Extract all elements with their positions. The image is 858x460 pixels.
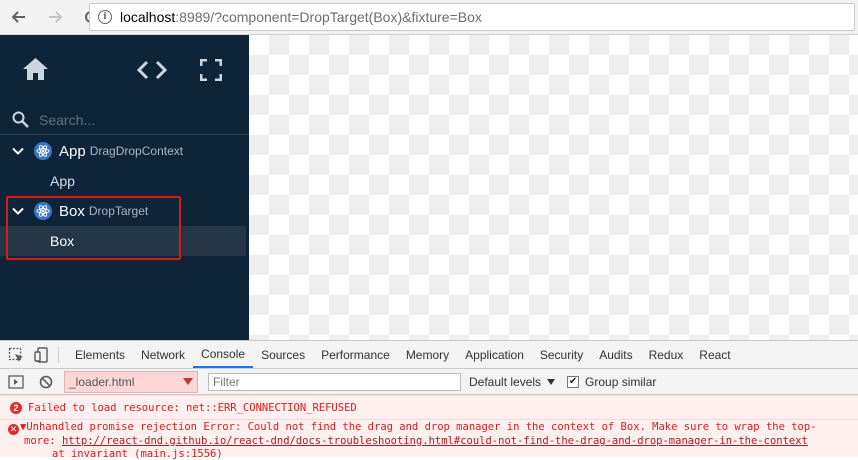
group-similar-checkbox[interactable]: ✔: [567, 375, 580, 388]
fixture-label: App: [50, 173, 75, 189]
sidebar-toggle-icon[interactable]: [8, 374, 24, 390]
home-icon[interactable]: [22, 57, 49, 81]
clear-console-icon[interactable]: [38, 374, 54, 390]
code-icon[interactable]: [137, 60, 167, 80]
console-error-row[interactable]: ✕ ▼Unhandled promise rejection Error: Co…: [0, 419, 858, 460]
group-name: App: [59, 142, 86, 160]
filter-input[interactable]: [208, 372, 461, 391]
browser-toolbar: i localhost:8989/?component=DropTarget(B…: [0, 0, 858, 35]
search-input[interactable]: [37, 110, 217, 129]
error-icon: ✕: [8, 424, 19, 435]
chevron-down-icon[interactable]: [12, 145, 24, 157]
fixture-item-app[interactable]: App: [0, 166, 246, 196]
tab-application[interactable]: Application: [457, 341, 532, 368]
devtools-tab-bar: Elements Network Console Sources Perform…: [0, 340, 858, 369]
tab-redux[interactable]: Redux: [641, 341, 692, 368]
highlight-box: [6, 196, 181, 260]
context-selector[interactable]: _loader.html: [64, 370, 198, 393]
device-toolbar-icon[interactable]: [34, 346, 50, 363]
caret-down-icon: [547, 378, 556, 385]
error-message: Failed to load resource: net::ERR_CONNEC…: [28, 402, 357, 414]
tab-security[interactable]: Security: [532, 341, 591, 368]
fullscreen-icon[interactable]: [200, 59, 222, 81]
address-bar[interactable]: i localhost:8989/?component=DropTarget(B…: [89, 3, 855, 31]
error-count-badge: 2: [10, 402, 22, 414]
component-preview[interactable]: [249, 35, 858, 340]
search-icon: [12, 111, 29, 128]
info-icon[interactable]: i: [98, 10, 112, 24]
tab-react[interactable]: React: [691, 341, 738, 368]
tab-performance[interactable]: Performance: [313, 341, 398, 368]
sidebar-search: [0, 105, 249, 135]
stack-trace[interactable]: at invariant (main.js:1556): [52, 448, 223, 460]
arrow-right-icon: [49, 11, 63, 23]
arrow-left-icon: [11, 11, 25, 23]
levels-label: Default levels: [469, 374, 542, 389]
error-prefix: more:: [24, 435, 62, 447]
group-subtitle: DragDropContext: [89, 144, 184, 158]
tab-sources[interactable]: Sources: [253, 341, 313, 368]
error-message: ▼Unhandled promise rejection Error: Coul…: [20, 421, 817, 433]
tab-memory[interactable]: Memory: [398, 341, 457, 368]
console-error-row[interactable]: 2 Failed to load resource: net::ERR_CONN…: [0, 395, 858, 419]
troubleshooting-link[interactable]: http://react-dnd.github.io/react-dnd/doc…: [62, 435, 808, 447]
divider: [58, 346, 59, 363]
console-output: 2 Failed to load resource: net::ERR_CONN…: [0, 395, 858, 460]
tab-audits[interactable]: Audits: [591, 341, 640, 368]
url-host: localhost: [120, 9, 176, 25]
group-similar-label: Group similar: [585, 374, 657, 389]
tab-console[interactable]: Console: [193, 341, 254, 368]
error-message-cont: more: http://react-dnd.github.io/react-d…: [24, 435, 808, 447]
context-value: _loader.html: [69, 374, 135, 389]
log-levels-dropdown[interactable]: Default levels: [469, 374, 556, 389]
inspect-element-icon[interactable]: [8, 347, 24, 363]
console-toolbar: _loader.html Default levels ✔ Group simi…: [0, 369, 858, 395]
sidebar-header: [0, 35, 249, 105]
tab-elements[interactable]: Elements: [67, 341, 133, 368]
forward-button[interactable]: [46, 8, 64, 26]
component-sidebar: App DragDropContext App Box DropTarget B…: [0, 35, 249, 340]
react-icon: [34, 142, 52, 160]
tab-network[interactable]: Network: [133, 341, 193, 368]
caret-down-icon: [183, 377, 193, 385]
tree-group-app[interactable]: App DragDropContext: [0, 136, 249, 166]
url-path: :8989/?component=DropTarget(Box)&fixture…: [175, 9, 482, 25]
back-button[interactable]: [10, 8, 28, 26]
